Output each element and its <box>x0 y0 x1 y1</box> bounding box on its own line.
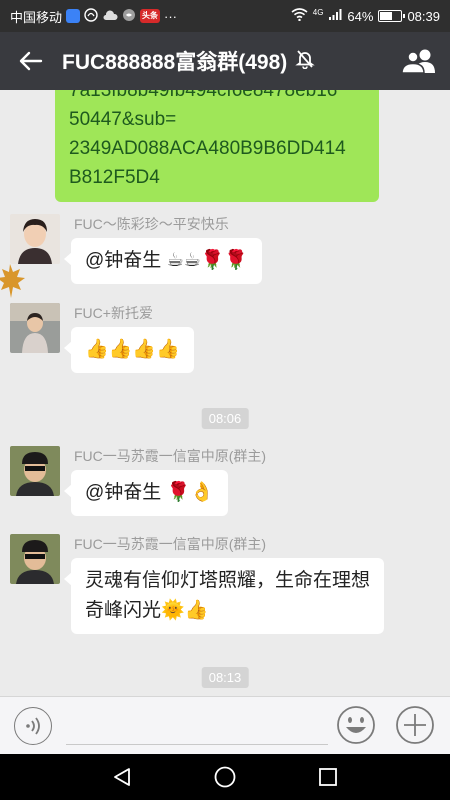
avatar[interactable] <box>10 534 60 584</box>
avatar[interactable] <box>10 214 60 264</box>
carrier-label: 中国移动 <box>10 9 63 25</box>
timestamp: 08:06 <box>201 408 249 429</box>
battery-icon <box>378 10 406 22</box>
voice-icon <box>26 717 40 735</box>
timestamp: 08:13 <box>201 667 249 688</box>
sent-message-line: B812F5D4 <box>69 167 160 188</box>
circle-home-icon <box>214 766 236 788</box>
emoji-icon <box>337 706 375 744</box>
status-bar: 中国移动 头条 ··· 4G 64% 08:39 <box>0 0 450 32</box>
triangle-back-icon <box>113 768 130 786</box>
bell-off-icon <box>295 49 315 74</box>
sender-name: FUC+新托爱 <box>74 305 153 321</box>
shield-app-icon <box>66 9 81 23</box>
message-bubble[interactable]: @钟奋生 🌹👌 <box>64 470 228 516</box>
avatar[interactable] <box>10 303 60 353</box>
notification-icon <box>84 7 98 25</box>
input-bar <box>0 696 450 754</box>
music-icon <box>122 8 136 25</box>
network-type: 4G <box>312 7 324 17</box>
sent-message-bubble[interactable]: 7a13fb8b49fb494cf6e8478eb16 50447&sub= 2… <box>55 90 379 202</box>
sent-message-line: 7a13fb8b49fb494cf6e8478eb16 <box>69 90 338 101</box>
more-notifications: ··· <box>164 8 178 24</box>
maple-leaf-sticker <box>0 262 26 305</box>
back-button[interactable] <box>0 32 62 90</box>
emoji-button[interactable] <box>336 705 376 745</box>
message-input[interactable] <box>66 709 328 745</box>
back-arrow-icon <box>19 51 43 71</box>
wifi-icon <box>291 8 308 24</box>
clock: 08:39 <box>407 8 440 24</box>
message-bubble[interactable]: 灵魂有信仰灯塔照耀，生命在理想 奇峰闪光🌞👍 <box>63 558 385 634</box>
message-line: 奇峰闪光🌞👍 <box>85 600 209 621</box>
battery-percent: 64% <box>347 8 374 24</box>
news-app-icon: 头条 <box>140 9 161 23</box>
plus-icon <box>396 706 434 744</box>
sender-name: FUC～陈彩珍～平安快乐 <box>74 216 229 232</box>
square-recents-icon <box>319 768 338 786</box>
group-people-icon <box>401 49 435 74</box>
voice-button[interactable] <box>14 707 52 745</box>
group-members-button[interactable] <box>388 32 450 90</box>
chat-title: FUC888888富翁群(498) <box>62 51 288 74</box>
sender-name: FUC一马苏霞一信富中原(群主) <box>74 536 267 552</box>
status-right: 4G 64% 08:39 <box>291 8 440 24</box>
nav-back-button[interactable] <box>97 757 147 797</box>
sender-name: FUC一马苏霞一信富中原(群主) <box>74 448 267 464</box>
nav-recents-button[interactable] <box>303 757 353 797</box>
status-left: 中国移动 头条 ··· <box>10 7 177 26</box>
weather-icon <box>102 9 118 24</box>
signal-icon <box>328 8 342 24</box>
nav-home-button[interactable] <box>200 757 250 797</box>
sent-message-line: 50447&sub= <box>69 109 177 130</box>
sent-message-line: 2349AD088ACA480B9B6DD414 <box>69 138 346 159</box>
message-bubble[interactable]: @钟奋生 ☕☕🌹🌹 <box>64 238 262 284</box>
system-nav-bar <box>0 754 450 800</box>
more-actions-button[interactable] <box>395 705 435 745</box>
battery-fill <box>380 12 393 20</box>
message-bubble[interactable]: 👍👍👍👍 <box>64 327 194 373</box>
message-line: 灵魂有信仰灯塔照耀，生命在理想 <box>85 570 371 591</box>
title-bar: FUC888888富翁群(498) <box>0 32 450 90</box>
chat-area[interactable]: 7a13fb8b49fb494cf6e8478eb16 50447&sub= 2… <box>0 90 450 696</box>
avatar[interactable] <box>10 446 60 496</box>
